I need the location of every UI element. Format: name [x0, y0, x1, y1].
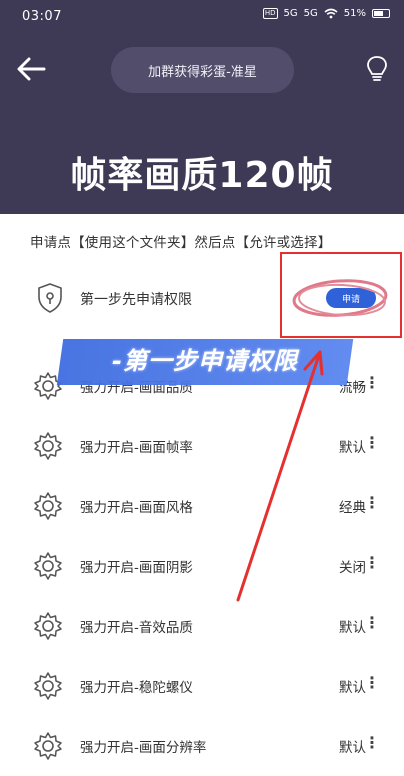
- more-icon[interactable]: ⋮: [364, 553, 380, 572]
- signal-icon: 5G: [283, 8, 298, 19]
- instruction-text: 申请点【使用这个文件夹】然后点【允许或选择】: [30, 235, 332, 251]
- gear-icon: [34, 612, 62, 640]
- lightbulb-icon[interactable]: [363, 54, 391, 84]
- page-title: 帧率画质120帧: [70, 155, 334, 196]
- settings-row-style[interactable]: 强力开启-画面风格 经典 ⋮: [0, 476, 404, 536]
- hd-badge: HD: [262, 8, 278, 19]
- gear-icon: [34, 732, 62, 760]
- settings-row-resolution[interactable]: 强力开启-画面分辨率 默认 ⋮: [0, 716, 404, 776]
- status-icons: HD 5G 5G 51%: [262, 8, 390, 19]
- settings-row-value: 默认: [339, 440, 366, 456]
- wifi-icon: [324, 8, 338, 19]
- settings-row-framerate[interactable]: 强力开启-画面帧率 默认 ⋮: [0, 416, 404, 476]
- settings-row-shadow[interactable]: 强力开启-画面阴影 关闭 ⋮: [0, 536, 404, 596]
- signal-icon-2: 5G: [303, 8, 318, 19]
- more-icon[interactable]: ⋮: [364, 733, 380, 752]
- settings-row-title: 强力开启-音效品质: [80, 620, 193, 636]
- overlay-banner: -第一步申请权限: [112, 347, 298, 375]
- more-icon[interactable]: ⋮: [364, 373, 380, 392]
- back-arrow-icon[interactable]: [14, 52, 48, 86]
- settings-row-value: 经典: [339, 500, 366, 516]
- settings-row-value: 默认: [339, 680, 366, 696]
- more-icon[interactable]: ⋮: [364, 673, 380, 692]
- gear-icon: [34, 432, 62, 460]
- settings-row-title: 强力开启-稳陀螺仪: [80, 680, 193, 696]
- shield-icon: [38, 283, 62, 313]
- more-icon[interactable]: ⋮: [364, 433, 380, 452]
- permission-label: 第一步先申请权限: [80, 292, 192, 308]
- status-time: 03:07: [22, 9, 62, 24]
- annotation-box: [280, 252, 402, 338]
- more-icon[interactable]: ⋮: [364, 613, 380, 632]
- settings-row-audio[interactable]: 强力开启-音效品质 默认 ⋮: [0, 596, 404, 656]
- settings-row-gyro[interactable]: 强力开启-稳陀螺仪 默认 ⋮: [0, 656, 404, 716]
- settings-row-value: 默认: [339, 740, 366, 756]
- gear-icon: [34, 672, 62, 700]
- gear-icon: [34, 552, 62, 580]
- gear-icon: [34, 492, 62, 520]
- battery-icon: [372, 9, 390, 18]
- settings-row-title: 强力开启-画面分辨率: [80, 740, 207, 756]
- more-icon[interactable]: ⋮: [364, 493, 380, 512]
- header-area: 03:07 HD 5G 5G 51% 加群获得彩蛋-准星 帧率画质120帧: [0, 0, 404, 214]
- battery-percent: 51%: [343, 8, 366, 19]
- settings-row-title: 强力开启-画面阴影: [80, 560, 193, 576]
- settings-row-value: 关闭: [339, 560, 366, 576]
- group-easter-egg-pill[interactable]: 加群获得彩蛋-准星: [111, 47, 294, 93]
- settings-row-value: 默认: [339, 620, 366, 636]
- status-bar: 03:07 HD 5G 5G 51%: [0, 0, 404, 34]
- settings-row-title: 强力开启-画面帧率: [80, 440, 193, 456]
- settings-row-title: 强力开启-画面风格: [80, 500, 193, 516]
